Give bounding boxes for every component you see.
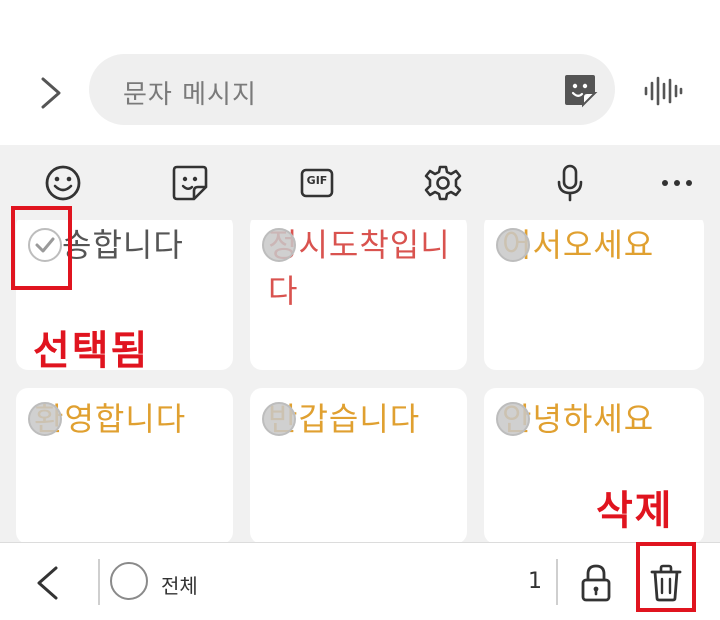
microphone-icon: [557, 164, 583, 202]
keyboard-toolbar: GIF: [0, 145, 720, 220]
sticker-button[interactable]: [561, 71, 599, 109]
emoji-icon: [45, 165, 81, 201]
lock-button[interactable]: [572, 559, 620, 607]
settings-button[interactable]: [418, 158, 468, 208]
phrase-text: 정시도착입니다: [268, 226, 451, 310]
compose-bar: 문자 메시지: [0, 0, 720, 145]
gif-label: GIF: [306, 174, 328, 187]
more-icon: [662, 180, 692, 186]
voice-input-button[interactable]: [640, 68, 686, 114]
phrase-text: 환영합니다: [34, 400, 187, 438]
voice-wave-icon: [644, 76, 683, 106]
expand-button[interactable]: [28, 70, 74, 116]
message-input[interactable]: 문자 메시지: [89, 54, 615, 125]
delete-annotation-label: 삭제: [596, 488, 674, 534]
emoji-button[interactable]: [38, 158, 88, 208]
message-input-placeholder: 문자 메시지: [123, 80, 257, 110]
selection-action-bar: 전체 1: [0, 542, 720, 620]
sticker-icon: [172, 165, 208, 201]
phrase-text: 송합니다: [62, 226, 184, 264]
selected-checkbox-highlight: [11, 206, 72, 290]
phrase-text: 어서오세요: [502, 226, 655, 264]
selection-checkbox[interactable]: [496, 228, 530, 262]
selection-checkbox[interactable]: [262, 228, 296, 262]
gif-button[interactable]: GIF: [292, 158, 342, 208]
chevron-right-icon: [41, 77, 61, 109]
selection-checkbox[interactable]: [262, 402, 296, 436]
selected-annotation-label: 선택됨: [33, 328, 150, 374]
chevron-left-icon: [37, 566, 58, 600]
selection-checkbox[interactable]: [496, 402, 530, 436]
back-button[interactable]: [22, 558, 72, 608]
phrase-text: 안녕하세요: [502, 400, 655, 438]
select-all-label: 전체: [161, 574, 198, 598]
phrase-text: 반갑습니다: [268, 400, 421, 438]
delete-button-highlight: [636, 542, 696, 612]
sticker-toolbar-button[interactable]: [165, 158, 215, 208]
phrase-card[interactable]: 환영합니다: [16, 388, 233, 542]
phrase-card[interactable]: 어서오세요: [484, 220, 704, 370]
divider: [98, 559, 100, 605]
sticker-icon: [565, 75, 598, 108]
phrase-card[interactable]: 정시도착입니다: [250, 220, 467, 370]
more-options-button[interactable]: [652, 158, 702, 208]
selected-count: 1: [528, 569, 542, 594]
selection-checkbox[interactable]: [28, 402, 62, 436]
lock-icon: [581, 564, 611, 602]
microphone-button[interactable]: [545, 158, 595, 208]
divider: [556, 559, 558, 605]
gear-icon: [424, 165, 462, 201]
select-all-checkbox[interactable]: [110, 562, 148, 600]
phrase-card[interactable]: 반갑습니다: [250, 388, 467, 542]
